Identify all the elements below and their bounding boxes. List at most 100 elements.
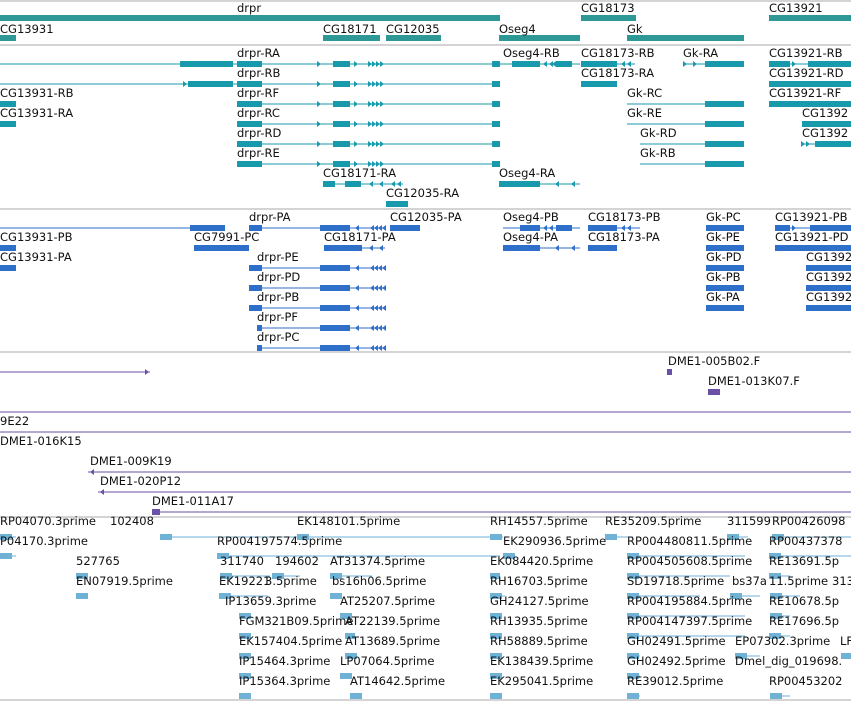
transcript-p-label-gk-pa[interactable]: Gk-PA <box>706 290 740 304</box>
est-label-dmel-dig-019698[interactable]: Dmel_dig_019698. <box>735 654 842 668</box>
transcript-r-label-cg13921-rf[interactable]: CG13921-RF <box>769 86 841 100</box>
est-label-ek157404-5prime[interactable]: EK157404.5prime <box>239 634 342 648</box>
est-label-sd19718-5prime[interactable]: SD19718.5prime <box>627 574 724 588</box>
transcript-r-label-cg18173-rb[interactable]: CG18173-RB <box>581 46 655 60</box>
transcript-p-label-drpr-pf[interactable]: drpr-PF <box>257 310 298 324</box>
transcript-p-label-cg7991-pc[interactable]: CG7991-PC <box>194 230 259 244</box>
transcript-r-label-drpr-rc[interactable]: drpr-RC <box>237 106 280 120</box>
est-label-lf[interactable]: LF <box>840 634 851 648</box>
transcript-oseg4-ra[interactable] <box>499 181 580 187</box>
est-feature-19[interactable] <box>76 593 88 599</box>
gene-label-cg13931[interactable]: CG13931 <box>0 22 54 36</box>
transcript-p-label-cg1392[interactable]: CG1392 <box>806 270 851 284</box>
transcript-r-label-cg1392[interactable]: CG1392 <box>802 106 848 120</box>
transcript-cg18173-pa[interactable] <box>588 245 617 251</box>
est-label-at31374-5prime[interactable]: AT31374.5prime <box>330 554 425 568</box>
transcript-r-label-gk-rc[interactable]: Gk-RC <box>627 86 662 100</box>
est-label-at13689-5prime[interactable]: AT13689.5prime <box>345 634 440 648</box>
est-label-re17696-5p[interactable]: RE17696.5p <box>769 614 839 628</box>
est-feature-50[interactable] <box>770 693 790 699</box>
transcript-r-label-gk-ra[interactable]: Gk-RA <box>683 46 718 60</box>
transcript-p-label-drpr-pc[interactable]: drpr-PC <box>257 330 299 344</box>
est-label-re13691-5p[interactable]: RE13691.5p <box>769 554 839 568</box>
transcript-p-label-cg1392[interactable]: CG1392 <box>806 290 851 304</box>
transcript-cg18171-pa[interactable] <box>324 245 385 251</box>
est-label-311599[interactable]: 311599 <box>727 514 771 528</box>
est-label-ek084420-5prime[interactable]: EK084420.5prime <box>490 554 593 568</box>
clone-label-dme1-020p12[interactable]: DME1-020P12 <box>100 474 181 488</box>
est-label-rp004505608-5prime[interactable]: RP004505608.5prime <box>627 554 752 568</box>
est-label-rh13935-5prime[interactable]: RH13935.5prime <box>490 614 588 628</box>
est-label-at25207-5prime[interactable]: AT25207.5prime <box>340 594 435 608</box>
est-feature-3[interactable] <box>490 534 503 540</box>
clone-009k19[interactable] <box>88 469 851 475</box>
transcript-oseg4-pa[interactable] <box>503 245 580 251</box>
gene-label-oseg4[interactable]: Oseg4 <box>499 22 536 36</box>
transcript-cg7991-pc[interactable] <box>194 245 249 251</box>
transcript-p-label-drpr-pb[interactable]: drpr-PB <box>257 290 299 304</box>
transcript-p-label-cg12035-pa[interactable]: CG12035-PA <box>390 210 462 224</box>
clone-label-dme1-016k15[interactable]: DME1-016K15 <box>0 434 82 448</box>
transcript-r-label-cg13931-ra[interactable]: CG13931-RA <box>0 106 73 120</box>
transcript-p-label-gk-pb[interactable]: Gk-PB <box>706 270 741 284</box>
transcript-r-label-cg18171-ra[interactable]: CG18171-RA <box>323 166 396 180</box>
transcript-p-label-cg13931-pb[interactable]: CG13931-PB <box>0 230 73 244</box>
est-feature-47[interactable] <box>350 693 362 699</box>
transcript-cg13931-pa-bar[interactable] <box>0 265 16 271</box>
transcript-gk-ra[interactable] <box>683 61 744 67</box>
transcript-r-label-oseg4-ra[interactable]: Oseg4-RA <box>499 166 555 180</box>
transcript-gk-pa[interactable] <box>706 305 744 311</box>
transcript-oseg4-rb[interactable] <box>499 61 580 67</box>
transcript-cg18173-ra[interactable] <box>581 81 617 87</box>
est-label-re10678-5p[interactable]: RE10678.5p <box>769 594 839 608</box>
transcript-p-label-gk-pe[interactable]: Gk-PE <box>706 230 740 244</box>
est-label-311740[interactable]: 311740 <box>220 554 264 568</box>
est-label-ep07302-3prime[interactable]: EP07302.3prime <box>735 634 830 648</box>
transcript-cg1392-b[interactable] <box>801 141 851 147</box>
gene-bar-cg13921[interactable] <box>769 15 851 21</box>
transcript-r-label-cg13921-rd[interactable]: CG13921-RD <box>769 66 844 80</box>
transcript-p-label-drpr-pd[interactable]: drpr-PD <box>257 270 300 284</box>
est-label-rp004147397-5prime[interactable]: RP004147397.5prime <box>627 614 752 628</box>
transcript-p-label-cg18173-pa[interactable]: CG18173-PA <box>588 230 660 244</box>
gene-label-cg18171[interactable]: CG18171 <box>323 22 377 36</box>
est-label-ek138439-5prime[interactable]: EK138439.5prime <box>490 654 593 668</box>
est-label-313[interactable]: 313 <box>832 574 851 588</box>
est-feature-7[interactable] <box>0 553 16 559</box>
transcript-r-label-drpr-rb[interactable]: drpr-RB <box>237 66 280 80</box>
transcript-r-label-drpr-ra[interactable]: drpr-RA <box>237 46 280 60</box>
est-label-re39012-5prime[interactable]: RE39012.5prime <box>627 674 723 688</box>
est-label-rp00453202[interactable]: RP00453202 <box>769 674 842 688</box>
clone-bar-top[interactable] <box>0 369 150 375</box>
transcript-p-label-cg13921-pd[interactable]: CG13921-PD <box>775 230 849 244</box>
est-label-lp07064-5prime[interactable]: LP07064.5prime <box>340 654 434 668</box>
transcript-p-label-cg18173-pb[interactable]: CG18173-PB <box>588 210 661 224</box>
transcript-cg13931-ra-bar[interactable] <box>0 121 16 127</box>
clone-label-9e22[interactable]: 9E22 <box>0 414 29 428</box>
est-feature-46[interactable] <box>239 693 251 699</box>
transcript-p-label-oseg4-pb[interactable]: Oseg4-PB <box>503 210 559 224</box>
transcript-p-label-gk-pc[interactable]: Gk-PC <box>706 210 741 224</box>
est-label-ek19221[interactable]: EK19221 <box>219 574 270 588</box>
est-label-ip15464-3prime[interactable]: IP15464.3prime <box>239 654 330 668</box>
est-label-bs37a[interactable]: bs37a <box>732 574 767 588</box>
est-label-102408[interactable]: 102408 <box>110 514 154 528</box>
est-label-fgm321b09-5prime[interactable]: FGM321B09.5prime <box>239 614 353 628</box>
transcript-p-label-drpr-pa[interactable]: drpr-PA <box>249 210 291 224</box>
transcript-r-label-gk-rb[interactable]: Gk-RB <box>640 146 676 160</box>
est-label-rp004197574-5prime[interactable]: RP004197574.5prime <box>217 534 342 548</box>
transcript-r-label-oseg4-rb[interactable]: Oseg4-RB <box>503 46 560 60</box>
est-label-at22139-5prime[interactable]: AT22139.5prime <box>345 614 440 628</box>
transcript-gk-rb[interactable] <box>640 161 744 167</box>
transcript-r-label-gk-re[interactable]: Gk-RE <box>627 106 662 120</box>
gene-label-cg12035[interactable]: CG12035 <box>386 22 440 36</box>
transcript-r-label-gk-rd[interactable]: Gk-RD <box>640 126 677 140</box>
est-label-gh24127-5prime[interactable]: GH24127.5prime <box>490 594 589 608</box>
est-label-3-5prime[interactable]: 3.5prime <box>265 574 317 588</box>
transcript-p-label-cg1392[interactable]: CG1392 <box>806 250 851 264</box>
est-label-rh16703-5prime[interactable]: RH16703.5prime <box>490 574 588 588</box>
transcript-r-label-cg12035-ra[interactable]: CG12035-RA <box>386 186 459 200</box>
clone-013k07[interactable] <box>708 389 720 395</box>
transcript-p-label-drpr-pe[interactable]: drpr-PE <box>257 250 299 264</box>
est-label-rp004195884-5prime[interactable]: RP004195884.5prime <box>627 594 752 608</box>
